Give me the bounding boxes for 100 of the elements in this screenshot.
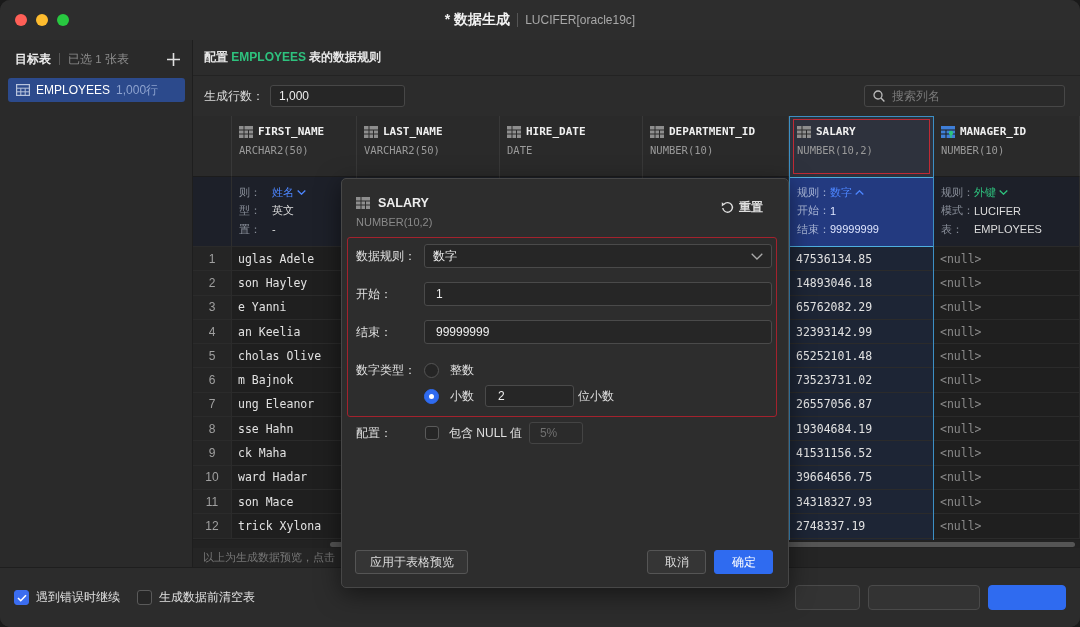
column-type: ARCHAR2(50) bbox=[239, 144, 309, 156]
table-cell: 34318327.93 bbox=[796, 494, 873, 509]
sidebar-item[interactable]: EMPLOYEES 1,000行 bbox=[8, 78, 185, 102]
add-icon[interactable] bbox=[167, 52, 180, 66]
rule-value: LUCIFER bbox=[974, 204, 1022, 217]
row-number: 7 bbox=[193, 392, 232, 418]
table-cell: <null> bbox=[940, 446, 982, 460]
column-header[interactable]: FIRST_NAME ARCHAR2(50) bbox=[232, 116, 357, 177]
selection-summary: 已选 1 张表 bbox=[68, 51, 129, 67]
table-cell: <null> bbox=[940, 275, 982, 290]
radio-label: 小数 bbox=[450, 387, 474, 405]
table-cell: sse Hahn bbox=[238, 421, 294, 436]
window-maximize-icon[interactable] bbox=[57, 14, 69, 26]
table-cell: 39664656.75 bbox=[796, 470, 873, 485]
radio-button[interactable] bbox=[424, 388, 439, 404]
column-type: NUMBER(10) bbox=[650, 144, 714, 156]
rule-label: 置： bbox=[239, 221, 262, 237]
row-number: 3 bbox=[193, 295, 232, 320]
column-header[interactable]: MANAGER_ID NUMBER(10) bbox=[934, 116, 1080, 177]
column-header[interactable]: LAST_NAME VARCHAR2(50) bbox=[357, 116, 500, 177]
row-count-field[interactable]: 1,000 bbox=[270, 85, 405, 107]
rule-dropdown[interactable]: 姓名 bbox=[272, 184, 306, 200]
confirm-button[interactable]: 确定 bbox=[714, 550, 773, 574]
field-label: 数字类型： bbox=[356, 363, 417, 378]
key-table-icon bbox=[941, 125, 955, 138]
field-label: 数据规则： bbox=[356, 249, 417, 264]
table-cell: <null> bbox=[940, 251, 982, 266]
input-field[interactable]: 2 bbox=[485, 385, 574, 407]
row-number: 6 bbox=[193, 368, 232, 393]
column-name: MANAGER_ID bbox=[960, 125, 1027, 138]
checkbox[interactable] bbox=[137, 590, 152, 605]
table-cell: <null> bbox=[940, 348, 982, 363]
table-column-icon bbox=[797, 125, 811, 138]
table-cell: 2748337.19 bbox=[796, 518, 866, 533]
rule-label: 模式： bbox=[941, 203, 974, 219]
table-cell: <null> bbox=[940, 494, 982, 509]
table-column-icon bbox=[356, 197, 370, 209]
column-name: FIRST_NAME bbox=[258, 125, 325, 138]
table-cell: m Bajnok bbox=[238, 373, 294, 388]
table-cell: cholas Olive bbox=[238, 348, 322, 363]
column-header[interactable]: DEPARTMENT_ID NUMBER(10) bbox=[643, 116, 789, 177]
dialog-subtitle: NUMBER(10,2) bbox=[356, 215, 433, 230]
input-field: 5% bbox=[528, 422, 583, 444]
reset-icon bbox=[721, 200, 734, 214]
row-number: 2 bbox=[193, 271, 232, 296]
rule-value: - bbox=[272, 223, 276, 236]
column-header[interactable]: HIRE_DATE DATE bbox=[500, 116, 643, 177]
table-cell: ward Hadar bbox=[238, 470, 308, 485]
column-type: DATE bbox=[507, 144, 533, 156]
row-number: 8 bbox=[193, 417, 232, 442]
rule-value: 99999999 bbox=[830, 223, 879, 236]
table-cell: 14893046.18 bbox=[796, 275, 873, 290]
dialog-button[interactable]: 取消 bbox=[647, 550, 706, 574]
config-heading: 配置 EMPLOYEES 表的数据规则 bbox=[204, 49, 382, 66]
row-number: 10 bbox=[193, 465, 232, 490]
table-cell: <null> bbox=[940, 518, 982, 533]
table-cell: <null> bbox=[940, 421, 982, 436]
field-label: 结束： bbox=[356, 325, 393, 340]
table-cell: <null> bbox=[940, 397, 982, 412]
row-number: 11 bbox=[193, 489, 232, 515]
column-type: VARCHAR2(50) bbox=[364, 144, 440, 156]
table-icon bbox=[16, 84, 30, 96]
table-cell: 19304684.19 bbox=[796, 421, 873, 436]
checkbox[interactable] bbox=[425, 426, 439, 440]
rule-label: 开始： bbox=[797, 203, 830, 219]
input-field[interactable]: 99999999 bbox=[424, 320, 772, 344]
search-icon bbox=[873, 90, 885, 102]
window-title: * 数据生成 bbox=[444, 11, 511, 29]
table-column-icon bbox=[239, 125, 253, 138]
dialog-button[interactable]: 应用于表格预览 bbox=[355, 550, 468, 574]
table-cell: son Hayley bbox=[238, 275, 308, 290]
row-count-label: 生成行数： bbox=[204, 87, 264, 105]
rule-label: 规则： bbox=[797, 184, 830, 200]
column-header[interactable]: SALARY NUMBER(10,2) bbox=[790, 116, 933, 177]
column-name: LAST_NAME bbox=[383, 125, 443, 138]
checkbox[interactable] bbox=[14, 590, 29, 605]
select-field[interactable]: 数字 bbox=[424, 244, 772, 268]
input-field[interactable]: 1 bbox=[424, 282, 772, 306]
table-cell: ck Maha bbox=[238, 446, 287, 460]
table-cell: 65252101.48 bbox=[796, 348, 873, 363]
table-cell: e Yanni bbox=[238, 300, 287, 315]
window-minimize-icon[interactable] bbox=[36, 14, 48, 26]
reset-button[interactable]: 重置 bbox=[719, 197, 765, 217]
table-name: EMPLOYEES bbox=[36, 83, 111, 97]
table-row-count: 1,000行 bbox=[116, 81, 159, 99]
search-field[interactable]: 搜索列名 bbox=[864, 85, 1065, 107]
rule-label: 则： bbox=[239, 184, 262, 200]
chevron-down-icon bbox=[751, 252, 763, 260]
rule-dropdown[interactable]: 外键 bbox=[974, 184, 1008, 200]
row-number: 1 bbox=[193, 247, 232, 272]
connection-label: LUCIFER[oracle19c] bbox=[525, 13, 636, 27]
row-number: 4 bbox=[193, 319, 232, 345]
sidebar-title: 目标表 bbox=[15, 50, 51, 68]
rule-value: 1 bbox=[830, 204, 837, 217]
field-label: 配置： bbox=[356, 426, 393, 441]
window-close-icon[interactable] bbox=[15, 14, 27, 26]
radio-button[interactable] bbox=[424, 362, 439, 378]
dialog-title: SALARY bbox=[378, 196, 429, 210]
row-number: 9 bbox=[193, 441, 232, 466]
radio-label: 整数 bbox=[450, 361, 474, 379]
